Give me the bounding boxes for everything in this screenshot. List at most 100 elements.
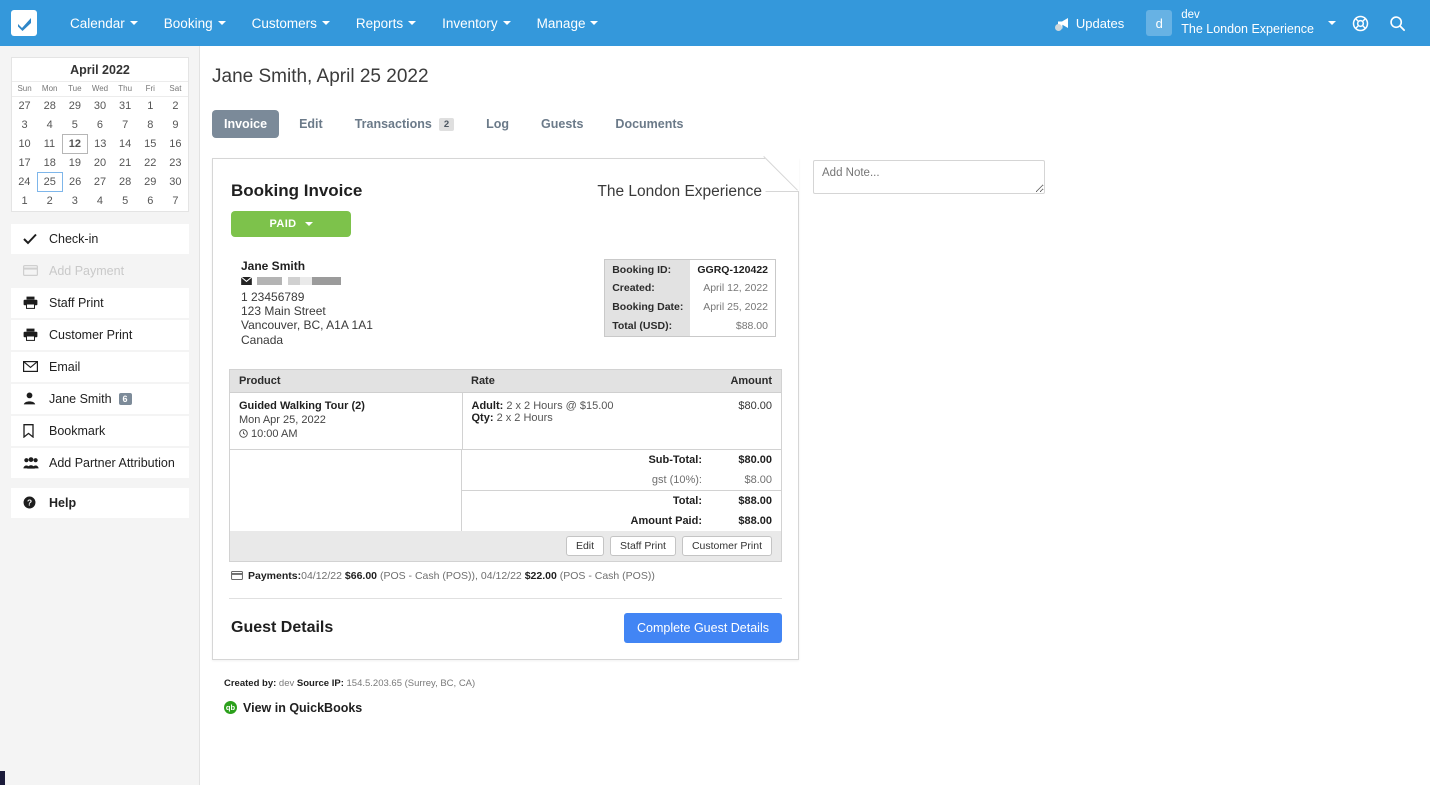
chevron-down-icon[interactable] [1328,21,1336,25]
sidebar-item-customer-print[interactable]: Customer Print [11,319,189,350]
calendar-day-cell[interactable]: 27 [12,97,37,116]
calendar-day-cell[interactable]: 7 [163,192,188,211]
add-note-input[interactable] [813,160,1045,194]
calendar-day-cell[interactable]: 29 [62,97,87,116]
calendar-day-cell[interactable]: 1 [138,97,163,116]
staff-print-button[interactable]: Staff Print [610,535,676,556]
checkmark-logo-icon [17,17,31,31]
invoice-heading: Booking Invoice [231,181,363,200]
tab-transactions[interactable]: Transactions 2 [343,110,466,138]
qty-value: 2 x 2 Hours [496,411,553,424]
calendar-day-cell[interactable]: 9 [163,116,188,135]
tab-documents[interactable]: Documents [603,110,695,138]
nav-item-booking[interactable]: Booking [151,0,239,46]
calendar-day-cell[interactable]: 30 [163,173,188,192]
calendar-day-cell[interactable]: 13 [87,135,112,154]
updates-button[interactable]: Updates [1043,16,1138,31]
sidebar-item-add-partner-attribution[interactable]: Add Partner Attribution [11,447,189,478]
calendar-day-cell[interactable]: 8 [138,116,163,135]
calendar-weekday: Fri [137,81,163,97]
sidebar-item-jane-smith[interactable]: Jane Smith 6 [11,383,189,414]
calendar-day-cell[interactable]: 14 [113,135,138,154]
calendar-day-cell[interactable]: 20 [87,154,112,173]
calendar-day-cell[interactable]: 19 [62,154,87,173]
payment-date: 04/12/22 [301,569,345,582]
calendar-weekday: Sun [12,81,38,97]
tab-log[interactable]: Log [474,110,521,138]
nav-label: Inventory [442,15,498,31]
table-row: Guided Walking Tour (2) Mon Apr 25, 2022… [230,392,781,449]
calendar-day-cell[interactable]: 21 [113,154,138,173]
status-label: PAID [269,218,297,230]
avatar[interactable]: d [1146,10,1173,36]
sidebar-item-email[interactable]: Email [11,351,189,382]
nav-item-manage[interactable]: Manage [524,0,612,46]
question-circle-icon: ? [23,496,43,509]
calendar-day-cell[interactable]: 15 [138,135,163,154]
complete-guest-details-button[interactable]: Complete Guest Details [623,612,782,643]
calendar-day-cell[interactable]: 2 [37,192,62,211]
calendar-day-cell[interactable]: 30 [87,97,112,116]
calendar-day-cell[interactable]: 27 [87,173,112,192]
folded-corner-decoration [765,157,800,192]
calendar-day-cell[interactable]: 4 [87,192,112,211]
sidebar-item-staff-print[interactable]: Staff Print [11,287,189,318]
redaction-block [257,277,282,286]
calendar-day-cell[interactable]: 3 [12,116,37,135]
nav-item-reports[interactable]: Reports [343,0,429,46]
chevron-down-icon [502,21,511,25]
calendar-day-cell[interactable]: 10 [12,135,37,154]
calendar-day-cell[interactable]: 28 [37,97,62,116]
calendar-day-cell[interactable]: 31 [113,97,138,116]
calendar-day-cell[interactable]: 6 [138,192,163,211]
calendar-day-cell[interactable]: 5 [113,192,138,211]
redaction-block [312,277,341,286]
search-button[interactable] [1379,15,1416,32]
calendar-day-cell[interactable]: 16 [163,135,188,154]
calendar-day-cell[interactable]: 26 [62,173,87,192]
edit-button[interactable]: Edit [565,535,605,556]
sidebar-item-help[interactable]: ? Help [11,487,189,518]
nav-item-customers[interactable]: Customers [239,0,343,46]
help-globe-button[interactable] [1342,15,1379,32]
nav-item-calendar[interactable]: Calendar [57,0,151,46]
calendar-day-cell[interactable]: 22 [138,154,163,173]
calendar-day-cell[interactable]: 24 [12,173,37,192]
chevron-down-icon [590,21,599,25]
user-menu[interactable]: dev The London Experience [1181,8,1314,38]
calendar-day-cell[interactable]: 7 [113,116,138,135]
calendar-day-cell[interactable]: 29 [138,173,163,192]
calendar-day-cell[interactable]: 3 [62,192,87,211]
calendar-day-cell[interactable]: 12 [61,134,88,154]
totals-section: Sub-Total: $80.00 gst (10%): $8.00 Total: $88… [230,448,781,531]
calendar-day-cell[interactable]: 4 [37,116,62,135]
calendar-weekday: Mon [37,81,63,97]
calendar-day-cell[interactable]: 11 [37,135,62,154]
calendar-day-cell[interactable]: 1 [12,192,37,211]
calendar-day-cell[interactable]: 17 [12,154,37,173]
line-items-body: Guided Walking Tour (2) Mon Apr 25, 2022… [230,392,781,449]
product-name: Guided Walking Tour (2) [239,399,365,412]
tab-invoice[interactable]: Invoice [212,110,280,138]
page-title: Jane Smith, April 25 2022 [212,66,429,87]
calendar-day-cell[interactable]: 5 [62,116,87,135]
customer-print-button[interactable]: Customer Print [681,535,772,556]
calendar-day-cell[interactable]: 2 [163,97,188,116]
calendar-day-cell[interactable]: 28 [113,173,138,192]
line-items-section: Product Rate Amount Guided Walking Tour … [229,368,782,531]
app-logo[interactable] [11,10,37,36]
invoice-heading-group: Booking Invoice PAID [229,181,362,237]
tab-bar: Invoice Edit Transactions 2 Log Guests Documen… [212,110,1430,138]
sidebar-item-check-in[interactable]: Check-in [11,223,189,254]
tab-edit[interactable]: Edit [287,110,335,138]
calendar-day-cell[interactable]: 25 [36,172,63,192]
calendar-day-cell[interactable]: 6 [87,116,112,135]
calendar-day-cell[interactable]: 18 [37,154,62,173]
tab-guests[interactable]: Guests [529,110,595,138]
calendar-day-cell[interactable]: 23 [163,154,188,173]
sidebar-item-bookmark[interactable]: Bookmark [11,415,189,446]
nav-item-inventory[interactable]: Inventory [429,0,524,46]
view-in-quickbooks-link[interactable]: qb View in QuickBooks [224,701,1430,715]
status-paid-dropdown-button[interactable]: PAID [231,211,351,237]
calendar-weekday-row: Sun Mon Tue Wed Thu Fri Sat [12,81,188,97]
